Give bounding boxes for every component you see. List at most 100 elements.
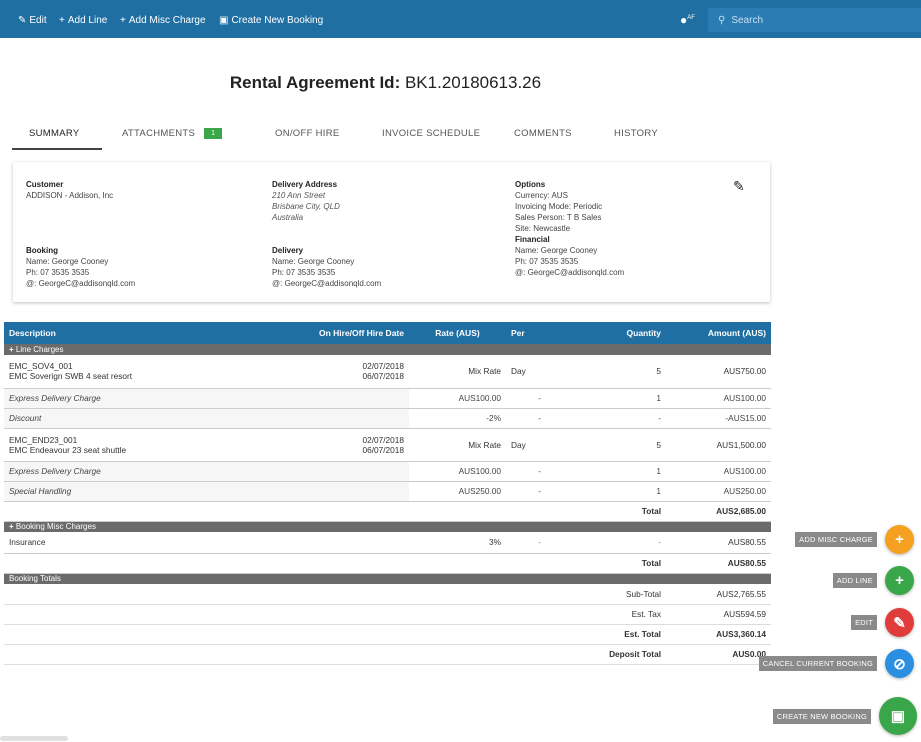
financial-phone: Ph: 07 3535 3535 (515, 257, 579, 266)
delivery-email: @: GeorgeC@addisonqld.com (272, 279, 382, 288)
fab-edit[interactable]: EDIT ✎ (851, 608, 914, 637)
address-line-3: Australia (272, 213, 304, 222)
booking-email: @: GeorgeC@addisonqld.com (26, 279, 136, 288)
item-code: EMC_END23_001 (9, 434, 78, 445)
delivery-section: Delivery Name: George Cooney Ph: 07 3535… (272, 245, 381, 289)
attachments-count-badge: 1 (204, 128, 223, 139)
deposit-total-row: Deposit Total AUS0.00 (4, 644, 771, 665)
quantity-cell: - (573, 532, 666, 554)
tab-on-off-hire[interactable]: ON/OFF HIRE (275, 128, 340, 139)
delivery-address-heading: Delivery Address (272, 180, 338, 189)
fab-add-misc-charge[interactable]: ADD MISC CHARGE + (795, 525, 914, 554)
create-new-booking-button[interactable]: ▣ Create New Booking (219, 15, 323, 26)
fab-add-misc-charge-label: ADD MISC CHARGE (795, 532, 877, 547)
create-label: Create New Booking (231, 15, 324, 26)
add-line-button[interactable]: + Add Line (59, 15, 107, 26)
quantity-cell: - (573, 408, 666, 429)
fab-create-booking[interactable]: CREATE NEW BOOKING ▣ (772, 697, 917, 735)
tab-attachments[interactable]: ATTACHMENTS 1 (122, 128, 223, 139)
item-name: EMC Soverign SWB 4 seat resort (9, 371, 133, 382)
fab-add-line-label: ADD LINE (832, 573, 877, 588)
amount-cell: AUS80.55 (666, 532, 771, 554)
charge-description: Insurance (4, 532, 238, 554)
edit-button[interactable]: ✎ Edit (18, 15, 47, 26)
summary-card: Customer ADDISON - Addison, Inc Booking … (13, 162, 770, 302)
pencil-icon[interactable]: ✎ (885, 608, 914, 637)
subtotal-value: AUS2,765.55 (666, 584, 771, 605)
item-name: EMC Endeavour 23 seat shuttle (9, 444, 127, 455)
customer-name: ADDISON - Addison, Inc (26, 191, 114, 200)
tab-comments[interactable]: COMMENTS (514, 128, 572, 139)
rate-cell: AUS100.00 (409, 388, 506, 409)
address-line-1: 210 Ann Street (272, 191, 326, 200)
table-row[interactable]: Express Delivery Charge AUS100.00 - 1 AU… (4, 388, 771, 409)
table-row[interactable]: EMC_SOV4_001 EMC Soverign SWB 4 seat reso… (4, 355, 771, 389)
deposit-value: AUS0.00 (666, 644, 771, 665)
expand-plus-icon: + (9, 345, 14, 354)
tab-invoice-schedule[interactable]: INVOICE SCHEDULE (382, 128, 480, 139)
rate-cell: -2% (409, 408, 506, 429)
on-hire-date: 02/07/2018 (362, 434, 404, 445)
quantity-cell: 5 (573, 428, 666, 462)
table-row[interactable]: Insurance 3% - - AUS80.55 (4, 532, 771, 554)
total-value: AUS80.55 (666, 553, 771, 574)
cancel-icon[interactable]: ⊘ (885, 649, 914, 678)
expand-plus-icon: + (9, 522, 14, 532)
header-per: Per (506, 322, 573, 344)
line-charges-section-row[interactable]: + Line Charges (4, 344, 771, 355)
delivery-address-section: Delivery Address 210 Ann Street Brisbane… (272, 179, 340, 223)
fab-cancel-booking[interactable]: CANCEL CURRENT BOOKING ⊘ (758, 649, 914, 678)
page-title: Rental Agreement Id: BK1.20180613.26 (0, 73, 771, 93)
horizontal-scrollbar[interactable] (0, 736, 68, 741)
tab-summary[interactable]: SUMMARY (29, 128, 80, 139)
active-tab-indicator (12, 148, 102, 150)
tab-history[interactable]: HISTORY (614, 128, 658, 139)
booking-heading: Booking (26, 246, 58, 255)
plus-icon: + (120, 15, 126, 26)
add-misc-label: Add Misc Charge (128, 15, 206, 26)
table-row[interactable]: Special Handling AUS250.00 - 1 AUS250.00 (4, 481, 771, 502)
edit-label: Edit (29, 15, 47, 26)
search-input[interactable] (731, 14, 892, 26)
header-amount: Amount (AUS) (666, 322, 771, 344)
language-badge: AF (687, 15, 695, 21)
amount-cell: AUS1,500.00 (666, 428, 771, 462)
rate-cell: 3% (409, 532, 506, 554)
amount-cell: -AUS15.00 (666, 408, 771, 429)
amount-cell: AUS750.00 (666, 355, 771, 389)
site: Site: Newcastle (515, 224, 571, 233)
rate-cell: Mix Rate (409, 428, 506, 462)
edit-summary-pencil-icon[interactable]: ✎ (733, 178, 745, 195)
table-row[interactable]: Express Delivery Charge AUS100.00 - 1 AU… (4, 461, 771, 482)
header-quantity: Quantity (573, 322, 666, 344)
amount-cell: AUS250.00 (666, 481, 771, 502)
add-line-label: Add Line (67, 15, 108, 26)
booking-name: Name: George Cooney (26, 257, 109, 266)
charge-description: Discount (4, 408, 238, 429)
table-row[interactable]: Discount -2% - - -AUS15.00 (4, 408, 771, 429)
charge-description: Express Delivery Charge (4, 461, 238, 482)
quantity-cell: 5 (573, 355, 666, 389)
off-hire-date: 06/07/2018 (362, 444, 404, 455)
add-misc-charge-button[interactable]: + Add Misc Charge (120, 15, 206, 26)
subtotal-row: Sub-Total AUS2,765.55 (4, 584, 771, 605)
fab-add-line[interactable]: ADD LINE + (832, 566, 914, 595)
calendar-check-icon[interactable]: ▣ (879, 697, 917, 735)
language-selector[interactable]: ●AF (680, 13, 695, 27)
address-line-2: Brisbane City, QLD (272, 202, 340, 211)
charge-description: Express Delivery Charge (4, 388, 238, 409)
pencil-icon: ✎ (18, 15, 27, 26)
booking-lines-table: Description On Hire/Off Hire Date Rate (… (4, 322, 771, 665)
table-row[interactable]: EMC_END23_001 EMC Endeavour 23 seat shutt… (4, 428, 771, 462)
currency: Currency: AUS (515, 191, 568, 200)
line-charges-heading: Line Charges (15, 345, 64, 354)
fab-cancel-booking-label: CANCEL CURRENT BOOKING (758, 656, 877, 671)
page-title-label: Rental Agreement Id: (229, 73, 401, 92)
plus-icon[interactable]: + (885, 525, 914, 554)
plus-icon[interactable]: + (885, 566, 914, 595)
customer-section: Customer ADDISON - Addison, Inc (26, 179, 113, 201)
quantity-cell: 1 (573, 461, 666, 482)
tab-bar: SUMMARY ATTACHMENTS 1 ON/OFF HIRE INVOICE… (12, 120, 772, 152)
misc-charges-section-row[interactable]: + Booking Misc Charges (4, 521, 771, 532)
financial-name: Name: George Cooney (515, 246, 598, 255)
